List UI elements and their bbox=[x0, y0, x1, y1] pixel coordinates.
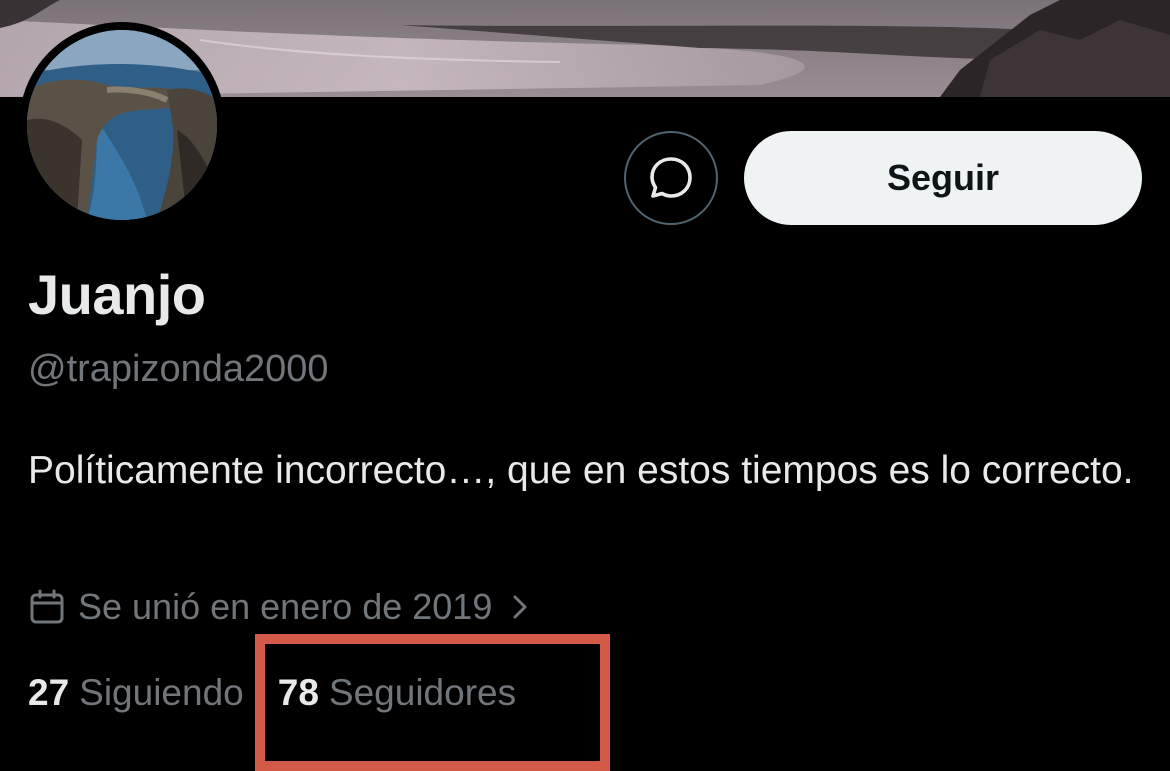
profile-handle: @trapizonda2000 bbox=[28, 348, 329, 390]
joined-date[interactable]: Se unió en enero de 2019 bbox=[28, 586, 530, 628]
message-bubble-icon bbox=[650, 157, 692, 198]
avatar-image bbox=[27, 30, 217, 220]
followers-link[interactable]: 78 Seguidores bbox=[278, 672, 516, 714]
profile-bio: Políticamente incorrecto…, que en estos … bbox=[28, 449, 1134, 492]
following-label: Siguiendo bbox=[79, 672, 244, 713]
profile-name: Juanjo bbox=[28, 263, 206, 326]
chevron-right-icon bbox=[510, 592, 530, 622]
message-button[interactable] bbox=[624, 131, 718, 225]
calendar-icon bbox=[28, 588, 66, 626]
follow-button[interactable]: Seguir bbox=[744, 131, 1142, 225]
following-count: 27 bbox=[28, 672, 70, 713]
followers-label: Seguidores bbox=[328, 672, 517, 713]
profile-stats: 27 Siguiendo 78 Seguidores bbox=[28, 672, 516, 714]
avatar[interactable] bbox=[19, 22, 225, 228]
following-link[interactable]: 27 Siguiendo bbox=[28, 672, 244, 714]
followers-count: 78 bbox=[277, 672, 319, 713]
joined-text: Se unió en enero de 2019 bbox=[78, 586, 493, 627]
